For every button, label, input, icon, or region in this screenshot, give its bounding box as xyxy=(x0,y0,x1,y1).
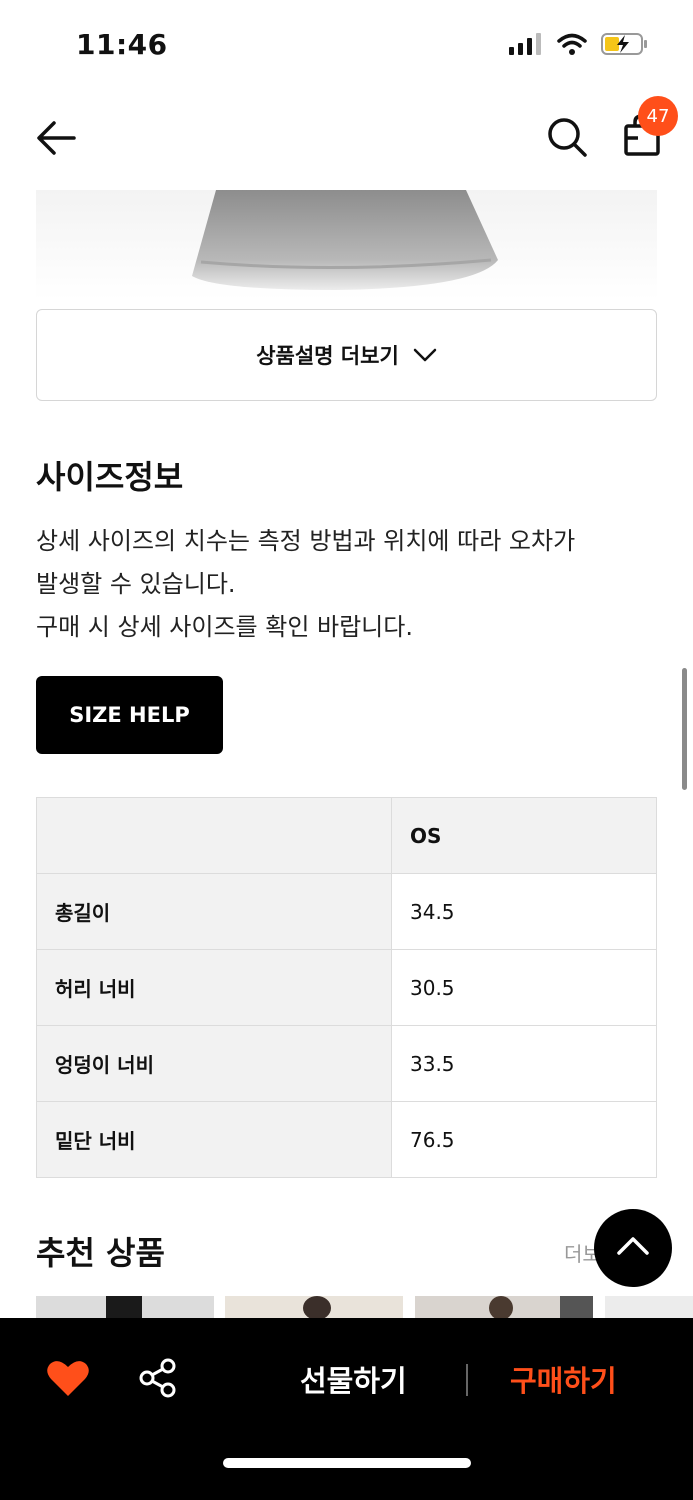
table-row: 밑단 너비 76.5 xyxy=(36,1101,657,1178)
size-description-line: 발생할 수 있습니다. xyxy=(36,570,236,598)
table-header-cell: OS xyxy=(391,797,657,874)
chevron-down-icon xyxy=(413,343,437,367)
battery-charging-icon xyxy=(601,32,649,60)
gift-button[interactable]: 선물하기 xyxy=(300,1358,407,1400)
table-row: 허리 너비 30.5 xyxy=(36,949,657,1026)
more-description-label: 상품설명 더보기 xyxy=(256,344,399,368)
table-row-value: 76.5 xyxy=(391,1101,657,1178)
search-icon xyxy=(546,118,588,162)
status-time: 11:46 xyxy=(76,28,168,61)
size-help-button[interactable]: SIZE HELP xyxy=(36,676,223,754)
table-row-label: 밑단 너비 xyxy=(36,1101,392,1178)
shopping-bag-icon xyxy=(620,114,664,162)
size-description: 상세 사이즈의 치수는 측정 방법과 위치에 따라 오차가 발생할 수 있습니다… xyxy=(36,520,656,649)
action-divider xyxy=(466,1364,468,1396)
size-description-line: 상세 사이즈의 치수는 측정 방법과 위치에 따라 오차가 xyxy=(36,527,576,555)
recommend-list xyxy=(36,1296,693,1320)
table-header-cell xyxy=(36,797,392,874)
scroll-to-top-button[interactable] xyxy=(594,1209,672,1287)
nav-bar xyxy=(0,92,693,182)
cart-count-badge: 47 xyxy=(638,96,678,136)
recommend-product-thumbnail[interactable] xyxy=(225,1296,403,1320)
table-row: 엉덩이 너비 33.5 xyxy=(36,1025,657,1102)
search-button[interactable] xyxy=(546,116,588,158)
arrow-left-icon xyxy=(34,121,78,162)
table-row: 총길이 34.5 xyxy=(36,873,657,950)
product-image xyxy=(36,190,657,300)
signal-icon xyxy=(509,33,543,59)
table-row-label: 총길이 xyxy=(36,873,392,950)
more-description-button[interactable]: 상품설명 더보기 xyxy=(36,309,657,401)
home-indicator xyxy=(223,1458,471,1468)
recommend-product-thumbnail[interactable] xyxy=(605,1296,693,1320)
status-icons xyxy=(509,32,649,60)
wifi-icon xyxy=(557,33,587,59)
back-button[interactable] xyxy=(34,118,78,158)
table-row-label: 허리 너비 xyxy=(36,949,392,1026)
table-row-label: 엉덩이 너비 xyxy=(36,1025,392,1102)
chevron-up-icon xyxy=(616,1236,650,1260)
table-row-value: 33.5 xyxy=(391,1025,657,1102)
size-info-title: 사이즈정보 xyxy=(36,458,184,496)
table-row-value: 34.5 xyxy=(391,873,657,950)
share-icon xyxy=(138,1358,178,1402)
scrollbar[interactable] xyxy=(682,668,687,790)
recommend-product-thumbnail[interactable] xyxy=(36,1296,214,1320)
table-row-value: 30.5 xyxy=(391,949,657,1026)
status-bar: 11:46 xyxy=(0,0,693,90)
recommend-product-thumbnail[interactable] xyxy=(415,1296,593,1320)
buy-button[interactable]: 구매하기 xyxy=(510,1358,617,1400)
size-table: OS 총길이 34.5 허리 너비 30.5 엉덩이 너비 33.5 밑단 너비… xyxy=(36,797,657,1178)
like-button[interactable] xyxy=(46,1358,90,1402)
size-description-line: 구매 시 상세 사이즈를 확인 바랍니다. xyxy=(36,613,413,641)
share-button[interactable] xyxy=(138,1358,182,1402)
bottom-action-bar: 선물하기 구매하기 xyxy=(0,1318,693,1500)
heart-icon xyxy=(46,1361,90,1402)
table-header-row: OS xyxy=(36,797,657,874)
recommend-title: 추천 상품 xyxy=(36,1234,165,1272)
